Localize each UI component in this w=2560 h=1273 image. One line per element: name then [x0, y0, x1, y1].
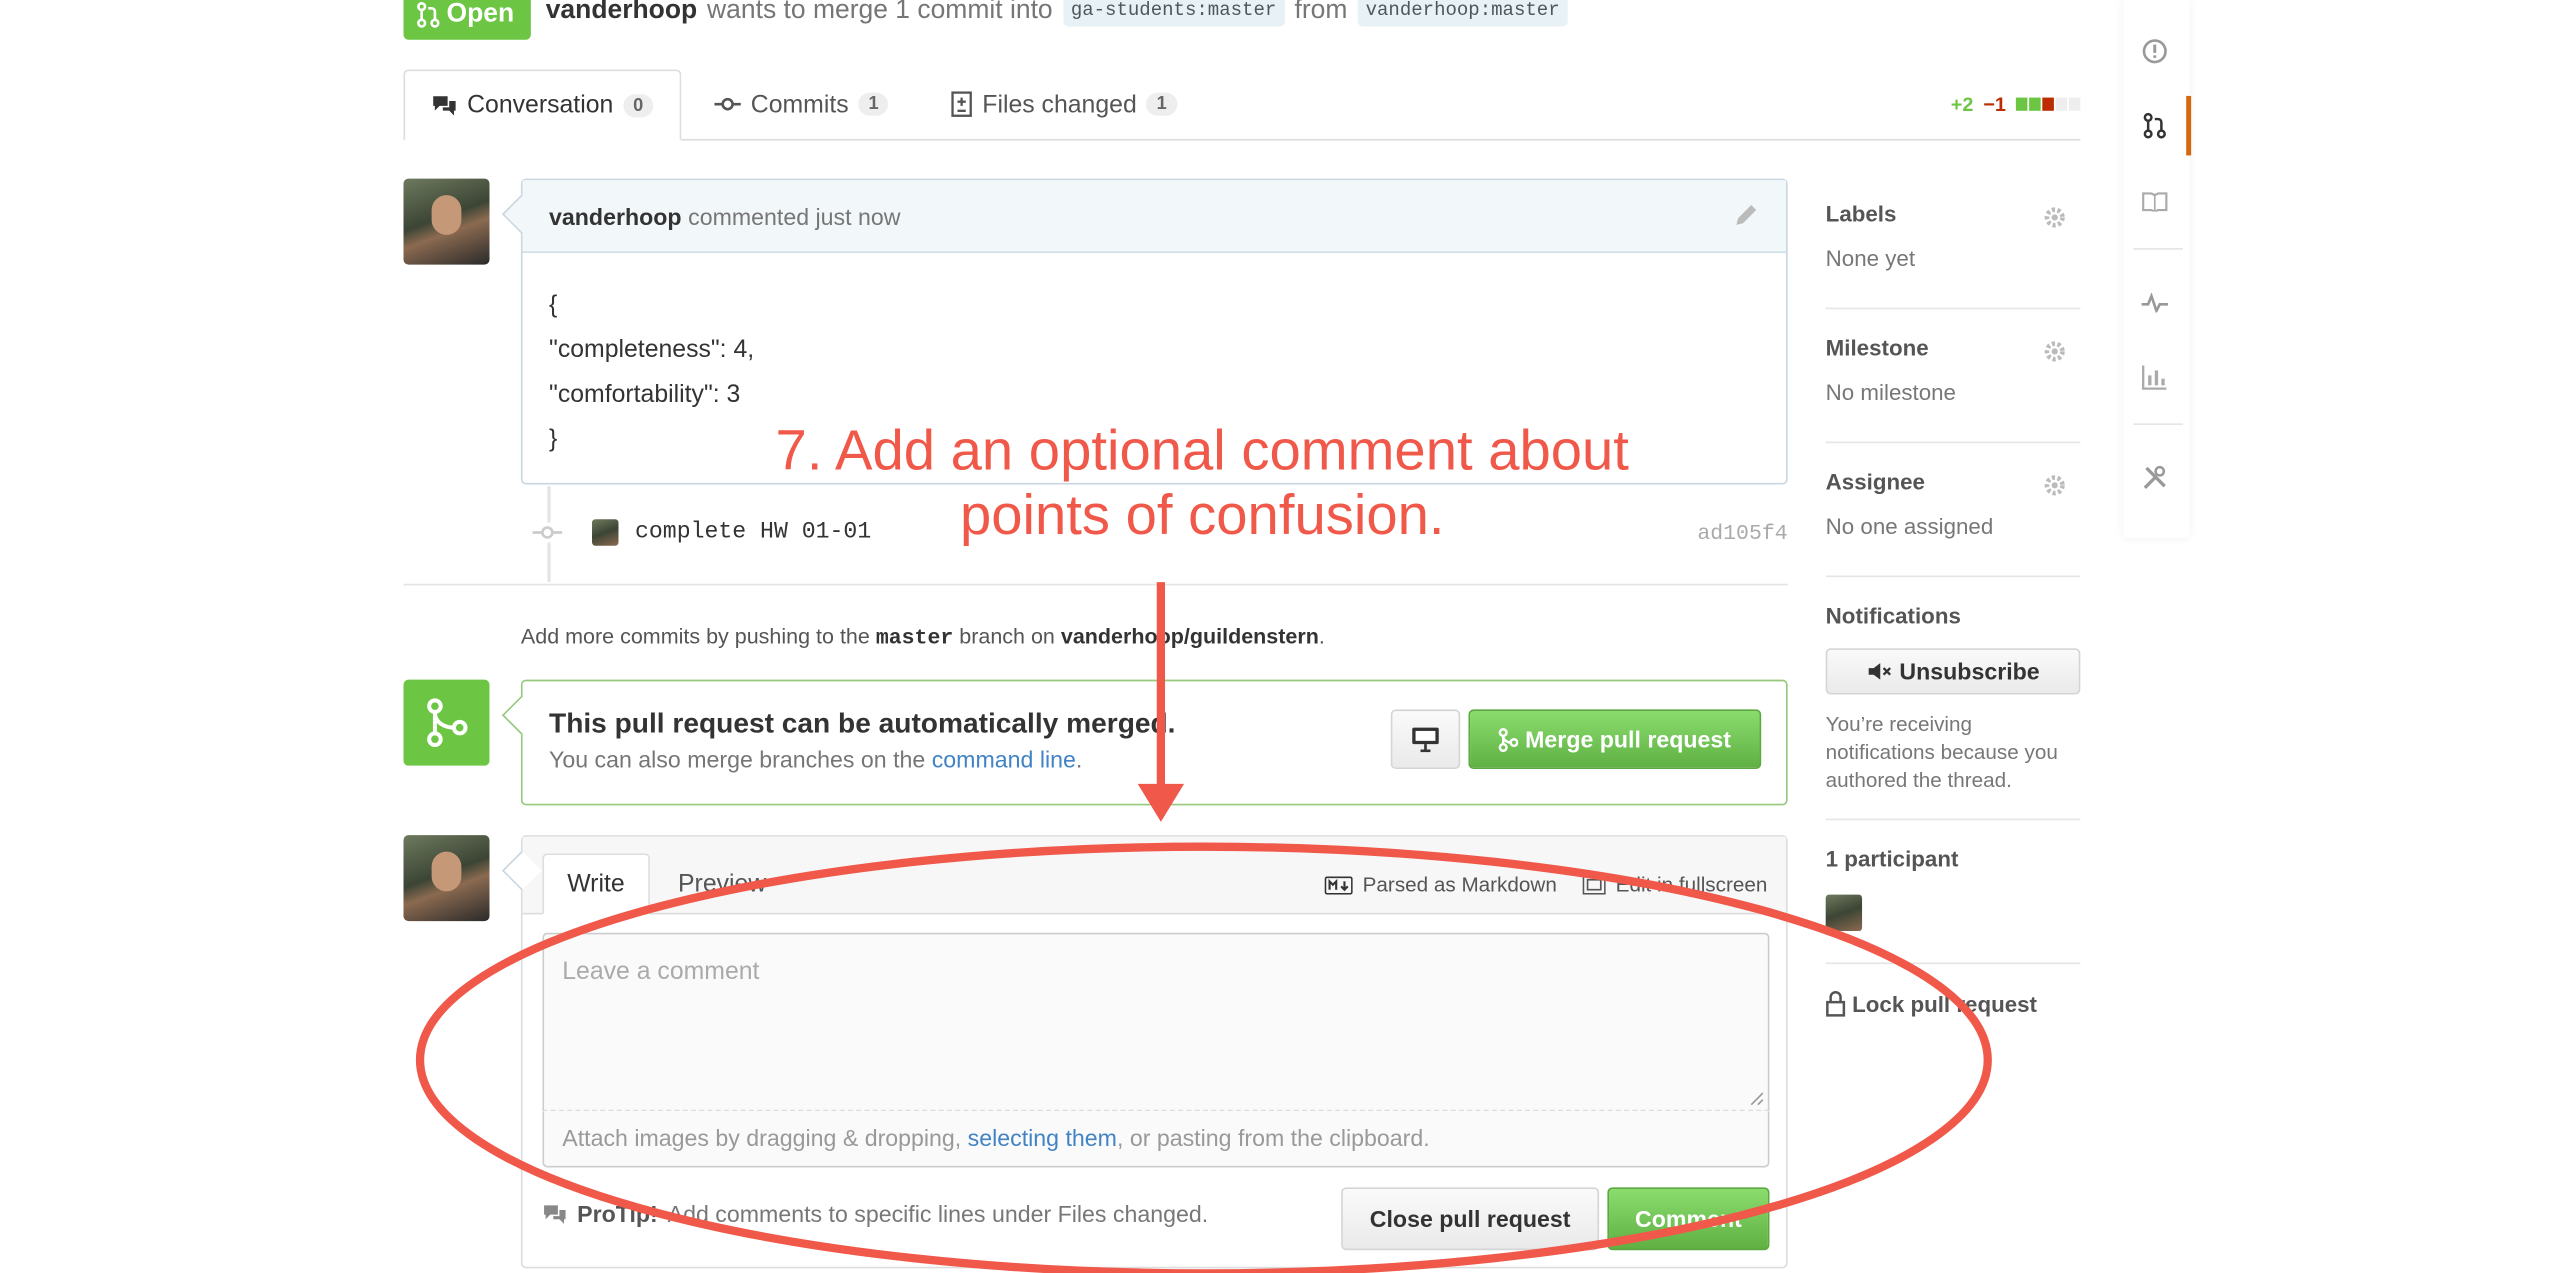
annotation-ellipse — [416, 842, 1992, 1273]
annotation-line: 7. Add an optional comment about — [775, 420, 1629, 483]
annotation-overlay — [416, 582, 1992, 1273]
annotation-arrow-head — [1137, 783, 1185, 822]
annotation-line: points of confusion. — [959, 484, 1445, 548]
annotation-text: 7. Add an optional comment about points … — [747, 420, 1657, 549]
